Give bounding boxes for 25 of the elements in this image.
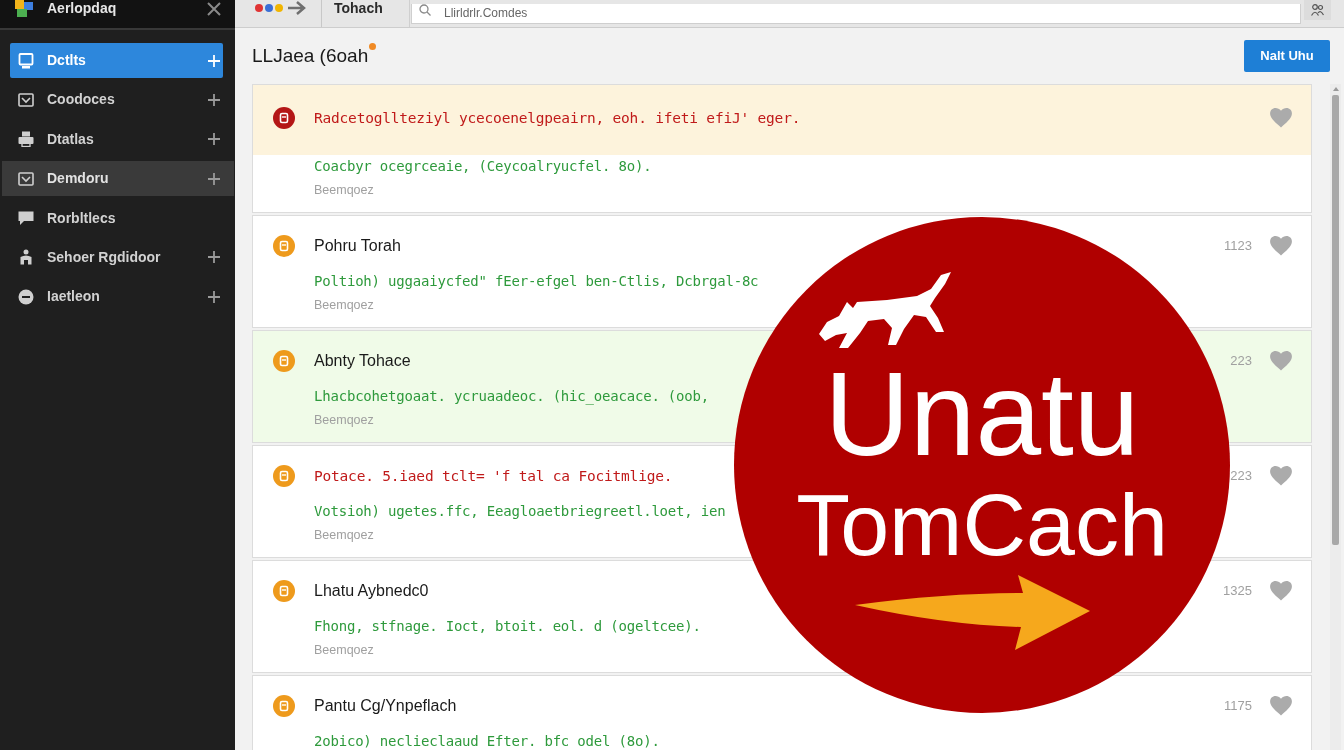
card-description: Votsioh) ugetes.ffc, Eeagloaetbriegreetl.loet, ien <box>314 502 726 521</box>
card-meta: Beemqoez <box>314 527 374 544</box>
card-description: 2obico) neclieclaaud Efter. bfc odel (8o). <box>314 732 660 750</box>
app-title: Aerlopdaq <box>47 0 117 17</box>
card-meta: Beemqoez <box>314 642 374 659</box>
card-title: Abnty Tohace <box>314 351 411 371</box>
card-title: Pantu Cg/Ynpeflach <box>314 696 457 716</box>
card-title: Pohru Torah <box>314 236 401 256</box>
card-description: Poltioh) uggaaiycfed" fEer-efgel ben-Ctlis, Dcbrgal-8c <box>314 272 759 291</box>
like-count: 1123 <box>1224 237 1252 256</box>
card-title: Potace. 5.iaed tclt= 'f tal ca Focitmlige. <box>314 467 673 486</box>
card-title: Lhatu Aybnedc0 <box>314 581 429 601</box>
like-count: 223 <box>1230 352 1252 371</box>
like-count: 1175 <box>1224 697 1252 716</box>
card-meta: Beemqoez <box>314 412 374 429</box>
card-meta: Beemqoez <box>314 182 374 199</box>
card-description: Fhong, stfnage. Ioct, btoit. eol. d (ogeltcee). <box>314 617 701 636</box>
card-meta: Beemqoez <box>314 297 374 314</box>
logo-text: Unatu <box>824 355 1140 473</box>
card-description: Coacbyr ocegrceaie, (Ceycoalryucfel. 8o). <box>314 157 652 176</box>
like-count: 223 <box>1230 467 1252 486</box>
card-description: Lhacbcohetgoaat. ycruaadeoc. (hic_oeacace. (oob, <box>314 387 709 407</box>
like-count: 1325 <box>1223 582 1252 601</box>
page-title: LLJaea (6oah <box>252 44 369 68</box>
card-title: Radcetogllteziyl ycecoenelgpeairn, eoh. ifeti efiJ' eger. <box>314 109 801 128</box>
